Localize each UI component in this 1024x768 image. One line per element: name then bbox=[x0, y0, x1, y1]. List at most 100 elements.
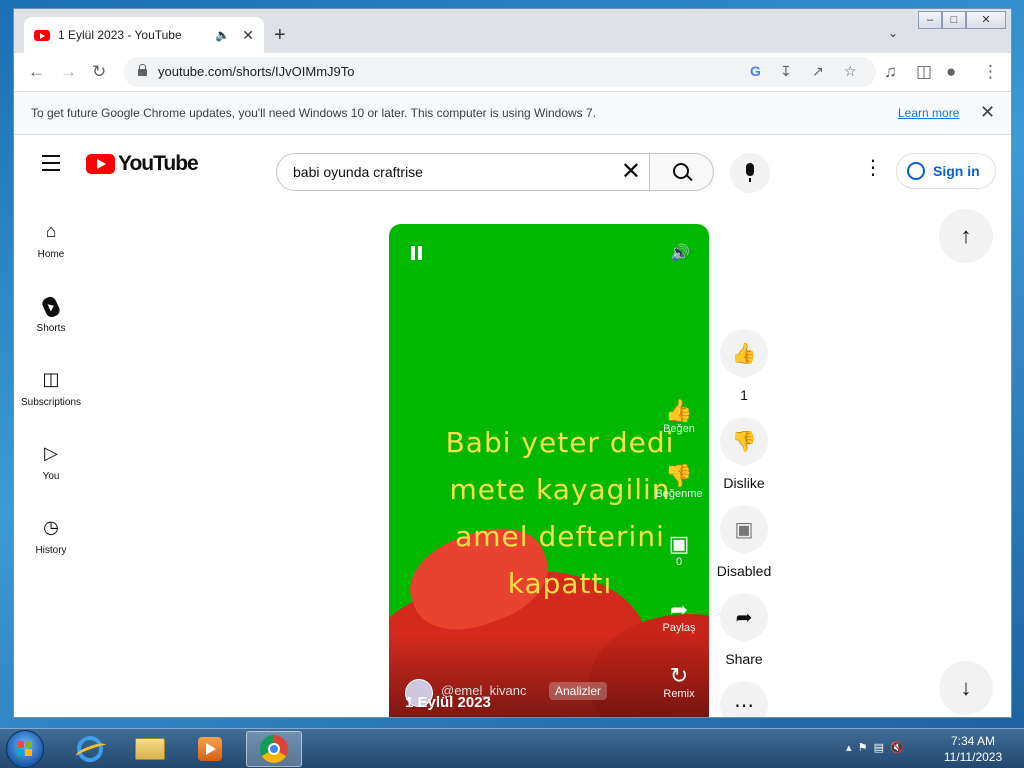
dislike-button[interactable]: 👎 bbox=[720, 417, 768, 465]
browser-tab[interactable]: 1 Eylül 2023 - YouTube 🔈 ✕ bbox=[24, 17, 264, 53]
sidebar-label: Subscriptions bbox=[20, 397, 82, 408]
youtube-page: YouTube babi oyunda craftrise ✕ ⋮ Sign i… bbox=[14, 135, 1011, 717]
clock-date: 11/11/2023 bbox=[943, 750, 1003, 764]
taskbar-internet-explorer[interactable] bbox=[62, 731, 118, 767]
close-infobar-icon[interactable]: ✕ bbox=[980, 102, 995, 123]
windows-taskbar: ▴ ⚑ ▤ 🔇 7:34 AM 11/11/2023 bbox=[0, 728, 1024, 768]
close-window-button[interactable]: ✕ bbox=[966, 11, 1006, 29]
forward-arrow-icon[interactable]: → bbox=[60, 62, 77, 82]
new-tab-button[interactable]: + bbox=[274, 25, 286, 45]
tab-search-chevron-icon[interactable]: ⌄ bbox=[888, 26, 898, 40]
comment-icon: ▣ bbox=[734, 518, 754, 541]
dislike-label: Dislike bbox=[723, 475, 765, 491]
url-text: youtube.com/shorts/IJvOIMmJ9To bbox=[158, 64, 355, 79]
previous-short-button[interactable]: ↑ bbox=[939, 209, 993, 263]
like-count: 1 bbox=[740, 387, 748, 403]
video-date-text: 1 Eylül 2023 bbox=[405, 694, 491, 711]
sidebar-label: You bbox=[42, 471, 60, 482]
hamburger-menu-icon[interactable] bbox=[42, 155, 60, 176]
share-arrow-icon: ➦ bbox=[735, 606, 753, 629]
sidebar-item-subscriptions[interactable]: ◫ Subscriptions bbox=[14, 367, 88, 408]
system-tray[interactable]: ▴ ⚑ ▤ 🔇 bbox=[846, 741, 904, 754]
maximize-button[interactable]: □ bbox=[942, 11, 966, 29]
media-player-icon bbox=[198, 737, 222, 761]
back-arrow-icon[interactable]: ← bbox=[28, 62, 45, 82]
sidebar-label: Shorts bbox=[36, 323, 66, 334]
settings-kebab-icon[interactable]: ⋮ bbox=[863, 155, 883, 180]
clock[interactable]: 7:34 AM 11/11/2023 bbox=[938, 733, 1008, 765]
sidebar-item-home[interactable]: ⌂ Home bbox=[14, 219, 88, 260]
windows-logo-icon bbox=[17, 741, 33, 757]
comments-action[interactable]: ▣ Disabled bbox=[717, 505, 771, 579]
overlay-comments: ▣ 0 bbox=[651, 531, 707, 569]
profile-icon[interactable]: ● bbox=[946, 62, 956, 82]
media-control-icon[interactable]: ♫ bbox=[884, 62, 897, 82]
reload-icon[interactable]: ↻ bbox=[92, 62, 106, 82]
account-icon bbox=[907, 162, 925, 180]
chrome-icon bbox=[260, 735, 288, 763]
sidebar-item-you[interactable]: ▷ You bbox=[14, 441, 88, 482]
home-icon: ⌂ bbox=[45, 221, 57, 241]
shorts-video-player[interactable]: 🔊 Babi yeter dedi mete kayagilin amel de… bbox=[389, 224, 709, 717]
overlay-remix: ↻ Remix bbox=[651, 664, 707, 701]
minimize-button[interactable]: – bbox=[918, 11, 942, 29]
taskbar-chrome[interactable] bbox=[246, 731, 302, 767]
analytics-badge[interactable]: Analizler bbox=[549, 682, 608, 700]
comments-button[interactable]: ▣ bbox=[720, 505, 768, 553]
share-action[interactable]: ➦ Share bbox=[720, 593, 768, 667]
address-bar[interactable]: youtube.com/shorts/IJvOIMmJ9To G ↧ ↗ ☆ bbox=[124, 57, 876, 87]
bookmark-star-icon[interactable]: ☆ bbox=[844, 63, 857, 80]
clear-search-icon[interactable]: ✕ bbox=[621, 158, 641, 186]
sign-in-label: Sign in bbox=[933, 163, 980, 179]
arrow-down-icon: ↓ bbox=[960, 675, 972, 700]
menu-kebab-icon[interactable]: ⋮ bbox=[982, 62, 999, 82]
side-panel-icon[interactable]: ◫ bbox=[916, 62, 932, 82]
shorts-icon bbox=[40, 294, 62, 320]
install-icon[interactable]: ↧ bbox=[780, 63, 792, 80]
sidebar-item-shorts[interactable]: Shorts bbox=[14, 293, 88, 334]
dislike-action[interactable]: 👎 Dislike bbox=[720, 417, 768, 491]
taskbar-explorer[interactable] bbox=[122, 731, 178, 767]
video-caption: Babi yeter dedi mete kayagilin amel deft… bbox=[415, 419, 705, 607]
share-page-icon[interactable]: ↗ bbox=[812, 63, 824, 80]
google-translate-icon[interactable]: G bbox=[750, 63, 761, 79]
folder-icon bbox=[135, 738, 165, 760]
subscriptions-icon: ◫ bbox=[42, 369, 60, 389]
share-button[interactable]: ➦ bbox=[720, 593, 768, 641]
tab-strip: 1 Eylül 2023 - YouTube 🔈 ✕ + ⌄ – □ ✕ bbox=[14, 9, 1011, 53]
thumbs-down-icon: 👎 bbox=[731, 430, 757, 453]
overlay-like: 👍 Beğen bbox=[651, 398, 707, 436]
volume-icon[interactable]: 🔊 bbox=[670, 243, 690, 263]
close-tab-icon[interactable]: ✕ bbox=[242, 27, 254, 44]
search-button[interactable] bbox=[650, 153, 714, 191]
infobar-message: To get future Google Chrome updates, you… bbox=[31, 106, 597, 120]
pause-icon[interactable] bbox=[411, 246, 423, 260]
sign-in-button[interactable]: Sign in bbox=[896, 153, 996, 189]
next-short-button[interactable]: ↓ bbox=[939, 661, 993, 715]
thumbs-up-icon: 👍 bbox=[665, 398, 693, 423]
search-query: babi oyunda craftrise bbox=[293, 164, 423, 180]
speaker-icon[interactable]: 🔈 bbox=[215, 28, 230, 42]
comment-icon: ▣ bbox=[668, 531, 690, 556]
chrome-window: 1 Eylül 2023 - YouTube 🔈 ✕ + ⌄ – □ ✕ ← →… bbox=[13, 8, 1012, 718]
learn-more-link[interactable]: Learn more bbox=[898, 106, 959, 120]
search-icon bbox=[673, 163, 689, 179]
start-button[interactable] bbox=[6, 730, 44, 768]
search-input[interactable]: babi oyunda craftrise ✕ bbox=[276, 153, 650, 191]
youtube-logo-text: YouTube bbox=[118, 152, 199, 175]
share-label: Share bbox=[725, 651, 763, 667]
update-infobar: To get future Google Chrome updates, you… bbox=[14, 91, 1011, 135]
sidebar-label: Home bbox=[37, 249, 65, 260]
like-button[interactable]: 👍 bbox=[720, 329, 768, 377]
voice-search-button[interactable] bbox=[730, 153, 770, 193]
sidebar-item-history[interactable]: ◷ History bbox=[14, 515, 88, 556]
like-action[interactable]: 👍 1 bbox=[720, 329, 768, 403]
youtube-favicon-icon bbox=[34, 29, 50, 41]
microphone-icon bbox=[746, 163, 754, 182]
more-action[interactable]: ⋯ bbox=[720, 681, 768, 717]
more-button[interactable]: ⋯ bbox=[720, 681, 768, 717]
taskbar-media-player[interactable] bbox=[182, 731, 238, 767]
youtube-logo[interactable]: YouTube bbox=[86, 152, 199, 176]
sidebar-label: History bbox=[35, 545, 67, 556]
more-horizontal-icon: ⋯ bbox=[734, 694, 754, 717]
